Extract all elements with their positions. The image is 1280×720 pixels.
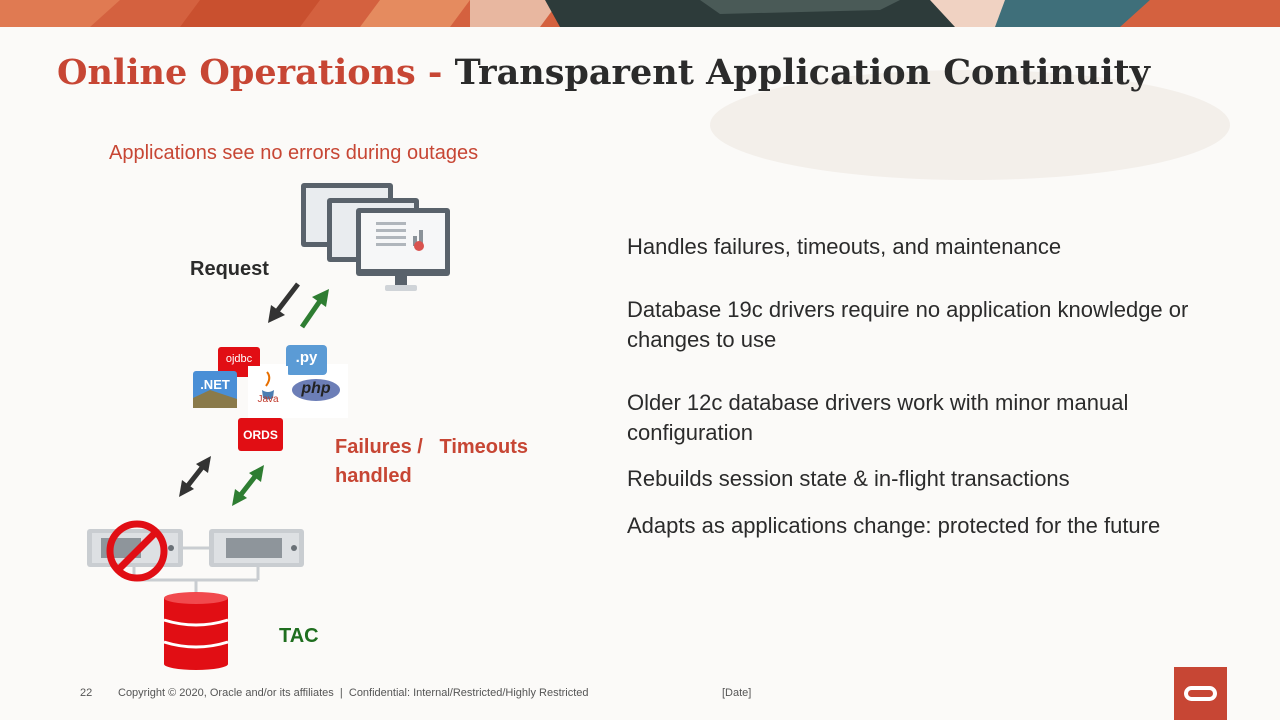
bullet-item: Older 12c database drivers work with min… bbox=[627, 390, 1129, 445]
monitor-stack-icon bbox=[301, 183, 450, 291]
bullet-item: Database 19c drivers require no applicat… bbox=[627, 297, 1189, 352]
arrow-down-left-icon bbox=[268, 282, 300, 323]
tac-label: TAC bbox=[279, 625, 319, 647]
architecture-diagram bbox=[87, 183, 450, 670]
java-badge-icon bbox=[248, 366, 288, 412]
dotnet-label: .NET bbox=[200, 377, 230, 392]
server-icon bbox=[87, 529, 183, 567]
failures-label: Failures / Timeouts handled bbox=[335, 433, 528, 491]
oracle-logo-icon bbox=[1174, 667, 1227, 720]
arrow-double-green-icon bbox=[232, 465, 264, 506]
java-label: Java bbox=[257, 394, 279, 405]
bullet-item: Adapts as applications change: protected… bbox=[627, 513, 1161, 538]
request-label: Request bbox=[190, 258, 269, 280]
bullet-item: Rebuilds session state & in-flight trans… bbox=[627, 466, 1070, 491]
arrow-up-right-icon bbox=[299, 289, 329, 329]
page-number: 22 bbox=[80, 687, 93, 699]
database-cylinder-icon bbox=[163, 592, 229, 670]
ords-label: ORDS bbox=[243, 428, 278, 442]
failures-line2: handled bbox=[335, 465, 412, 487]
server-icon bbox=[209, 529, 304, 567]
php-label: php bbox=[301, 380, 331, 397]
arrow-double-dark-icon bbox=[179, 456, 211, 497]
copyright-text: Copyright © 2020, Oracle and/or its affi… bbox=[118, 687, 589, 699]
failures-line1: Failures / Timeouts bbox=[335, 436, 529, 458]
python-label: .py bbox=[295, 349, 318, 366]
ojdbc-label: ojdbc bbox=[225, 353, 253, 365]
bullet-item: Handles failures, timeouts, and maintena… bbox=[627, 234, 1062, 259]
date-placeholder: [Date] bbox=[722, 687, 752, 699]
